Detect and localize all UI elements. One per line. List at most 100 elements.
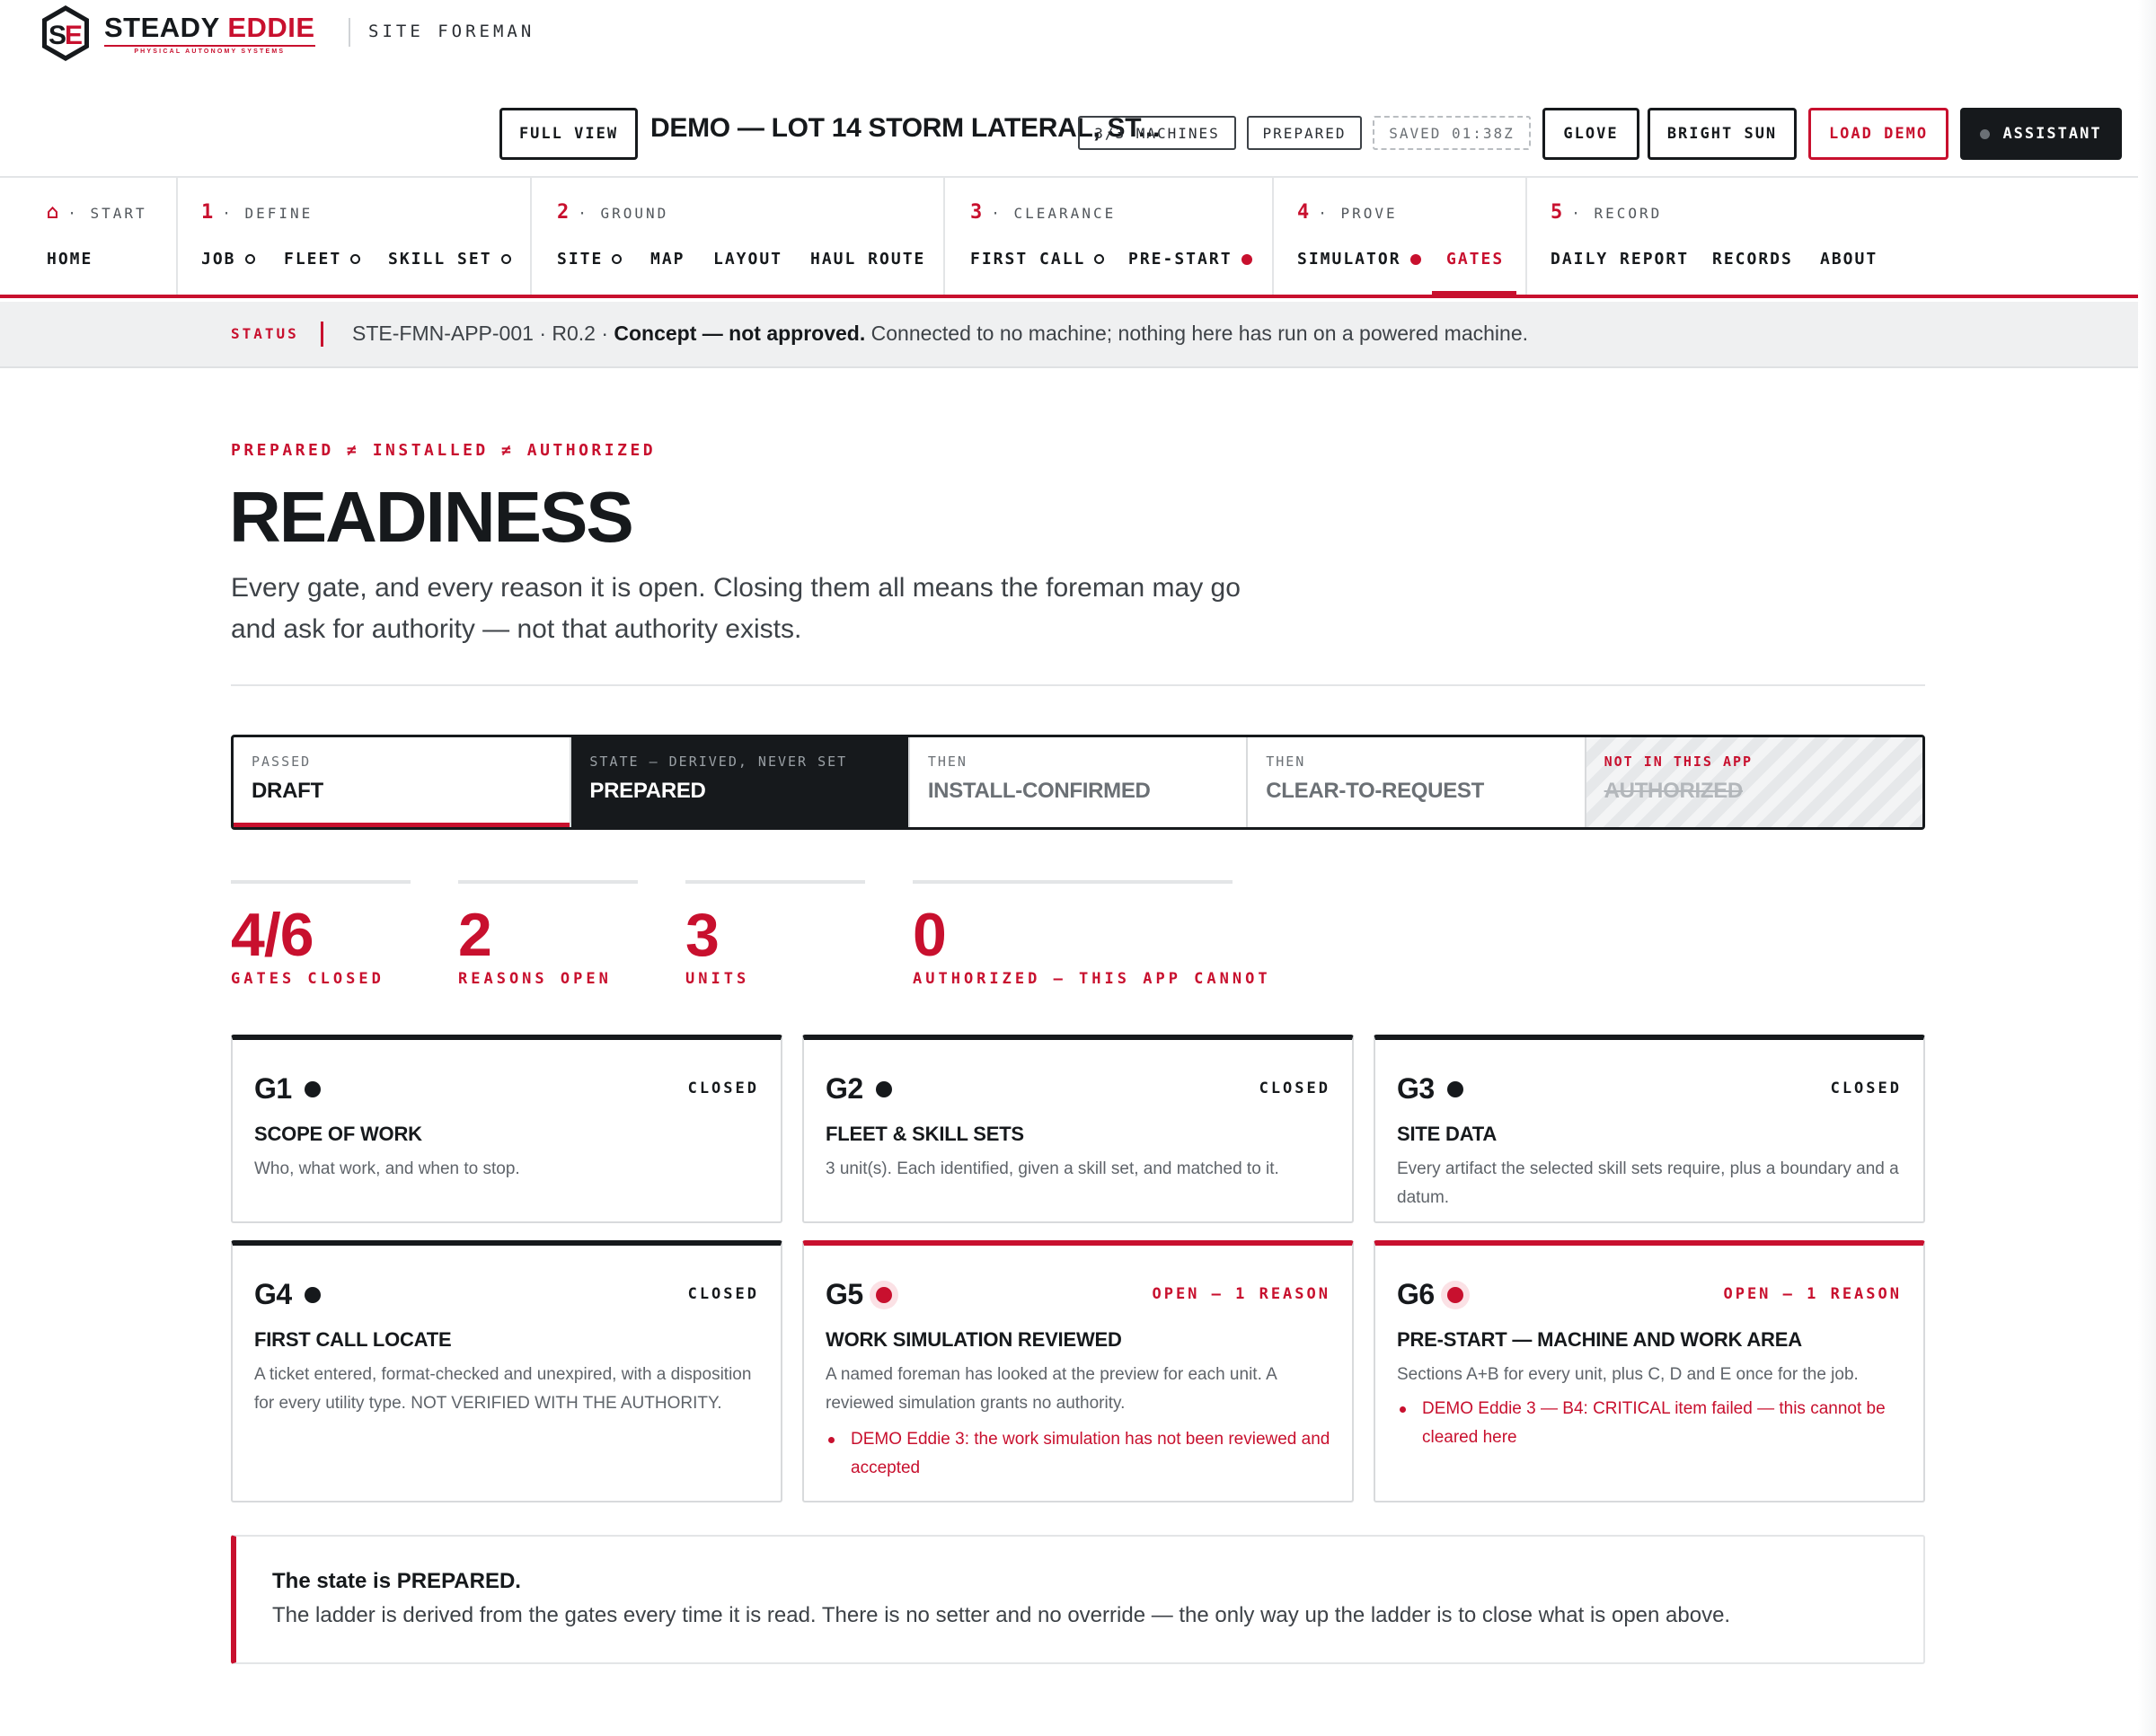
gate-description: Who, what work, and when to stop. — [254, 1159, 520, 1178]
gate-reason: DEMO Eddie 3 — B4: CRITICAL item failed … — [1400, 1395, 1902, 1452]
gate-card-g4[interactable]: G4 CLOSED FIRST CALL LOCATE A ticket ent… — [231, 1240, 782, 1502]
home-icon: ⌂ — [47, 201, 59, 224]
machines-chip: 3/3 MACHINES — [1078, 116, 1236, 150]
alert-dot-icon — [1409, 253, 1421, 265]
gate-card-g5[interactable]: G5 OPEN — 1 REASON WORK SIMULATION REVIE… — [802, 1240, 1354, 1502]
nav-item-first-call[interactable]: FIRST CALL — [970, 250, 1105, 269]
nav-item-skill-set[interactable]: SKILL SET — [388, 250, 511, 269]
app-header: S E STEADY EDDIE PHYSICAL AUTONOMY SYSTE… — [0, 0, 2156, 178]
incomplete-icon — [350, 254, 361, 264]
incomplete-icon — [500, 254, 511, 264]
nav-item-site[interactable]: SITE — [557, 250, 623, 269]
gate-status: OPEN — 1 REASON — [1723, 1285, 1902, 1303]
closed-dot-icon — [304, 1286, 321, 1303]
header-divider — [349, 18, 350, 47]
nav-item-pre-start[interactable]: PRE-START — [1128, 250, 1252, 269]
gate-card-g6[interactable]: G6 OPEN — 1 REASON PRE-START — MACHINE A… — [1374, 1240, 1925, 1502]
nav-group-start: ⌂ · START HOME — [0, 178, 178, 295]
state-ladder: PASSED DRAFT STATE — DERIVED, NEVER SET PR… — [231, 735, 1925, 830]
gate-status: CLOSED — [1259, 1079, 1330, 1097]
app-title: SITE FOREMAN — [368, 22, 535, 41]
callout-body: The ladder is derived from the gates eve… — [272, 1603, 1731, 1627]
brand-logo[interactable]: S E STEADY EDDIE PHYSICAL AUTONOMY SYSTE… — [40, 4, 315, 63]
alert-dot-icon — [1241, 253, 1252, 265]
nav-item-simulator[interactable]: SIMULATOR — [1297, 250, 1421, 269]
open-dot-icon — [1446, 1286, 1463, 1303]
ladder-step-draft: PASSED DRAFT — [234, 737, 572, 827]
svg-text:E: E — [65, 21, 83, 50]
gate-name: FLEET & SKILL SETS — [826, 1123, 1024, 1145]
page-scrollbar[interactable] — [2138, 0, 2156, 1736]
gate-description: A ticket entered, format-checked and une… — [254, 1365, 752, 1413]
brand-name-1: STEADY — [104, 11, 220, 43]
callout-title: The state is PREPARED. — [272, 1569, 521, 1593]
page-title: READINESS — [229, 477, 634, 557]
stat-units: 3 UNITS — [685, 880, 865, 988]
svg-text:S: S — [49, 21, 66, 50]
full-view-button[interactable]: FULL VIEW — [499, 108, 638, 160]
gate-name: SITE DATA — [1397, 1123, 1498, 1145]
nav-item-job[interactable]: JOB — [201, 250, 255, 269]
gate-card-g3[interactable]: G3 CLOSED SITE DATA Every artifact the s… — [1374, 1035, 1925, 1223]
gate-id: G5 — [826, 1278, 863, 1310]
nav-group-heading: 4 · PROVE — [1297, 201, 1398, 224]
assistant-status-icon — [1980, 128, 1991, 139]
gate-id: G4 — [254, 1278, 292, 1310]
gate-description: A named foreman has looked at the previe… — [826, 1365, 1277, 1413]
saved-chip: SAVED 01:38Z — [1373, 116, 1531, 150]
gate-card-g1[interactable]: G1 CLOSED SCOPE OF WORK Who, what work, … — [231, 1035, 782, 1223]
gate-status: OPEN — 1 REASON — [1152, 1285, 1330, 1303]
section-divider — [231, 684, 1925, 686]
status-banner: STATUS STE-FMN-APP-001 · R0.2 · Concept … — [0, 302, 2156, 368]
gate-status: CLOSED — [1830, 1079, 1902, 1097]
status-divider — [321, 322, 323, 347]
incomplete-icon — [1094, 254, 1105, 264]
nav-item-map[interactable]: MAP — [650, 250, 685, 269]
status-label: STATUS — [231, 325, 299, 342]
nav-item-layout[interactable]: LAYOUT — [713, 250, 782, 269]
gate-description: Sections A+B for every unit, plus C, D a… — [1397, 1365, 1859, 1384]
gate-description: Every artifact the selected skill sets r… — [1397, 1159, 1899, 1207]
nav-item-fleet[interactable]: FLEET — [284, 250, 361, 269]
assistant-label: ASSISTANT — [2002, 125, 2102, 143]
gate-name: PRE-START — MACHINE AND WORK AREA — [1397, 1328, 1802, 1351]
bright-sun-button[interactable]: BRIGHT SUN — [1648, 108, 1797, 160]
brand-tagline: PHYSICAL AUTONOMY SYSTEMS — [104, 44, 315, 55]
page-kicker: PREPARED ≠ INSTALLED ≠ AUTHORIZED — [231, 441, 657, 460]
nav-group-prove: 4 · PROVE SIMULATOR GATES — [1274, 178, 1527, 295]
brand-wordmark: STEADY EDDIE PHYSICAL AUTONOMY SYSTEMS — [104, 11, 315, 55]
nav-item-daily-report[interactable]: DAILY REPORT — [1551, 250, 1689, 269]
load-demo-button[interactable]: LOAD DEMO — [1808, 108, 1948, 160]
nav-group-ground: 2 · GROUND SITE MAP LAYOUT HAUL ROUTE — [532, 178, 945, 295]
workflow-nav: ⌂ · START HOME 1 · DEFINE JOB FLEET SKILL … — [0, 178, 2156, 298]
nav-group-heading: 1 · DEFINE — [201, 201, 314, 224]
nav-item-gates[interactable]: GATES — [1446, 250, 1504, 269]
gate-name: SCOPE OF WORK — [254, 1123, 422, 1145]
gate-description: 3 unit(s). Each identified, given a skil… — [826, 1159, 1279, 1178]
nav-group-clearance: 3 · CLEARANCE FIRST CALL PRE-START — [945, 178, 1274, 295]
stat-reasons-open: 2 REASONS OPEN — [458, 880, 638, 988]
nav-item-haul-route[interactable]: HAUL ROUTE — [810, 250, 925, 269]
gate-card-g2[interactable]: G2 CLOSED FLEET & SKILL SETS 3 unit(s). … — [802, 1035, 1354, 1223]
gate-id: G2 — [826, 1072, 863, 1105]
stat-gates-closed: 4/6 GATES CLOSED — [231, 880, 411, 988]
steady-eddie-logo-icon: S E — [42, 5, 89, 61]
status-text: STE-FMN-APP-001 · R0.2 · Concept — not a… — [352, 322, 1528, 345]
brand-name-2: EDDIE — [227, 11, 315, 43]
gate-name: WORK SIMULATION REVIEWED — [826, 1328, 1122, 1351]
incomplete-icon — [612, 254, 623, 264]
nav-item-home[interactable]: HOME — [47, 250, 93, 269]
gate-reason: DEMO Eddie 3: the work simulation has no… — [828, 1425, 1330, 1483]
assistant-button[interactable]: ASSISTANT — [1960, 108, 2122, 160]
nav-group-record: 5 · RECORD DAILY REPORT RECORDS ABOUT — [1527, 178, 2138, 295]
nav-group-heading: 2 · GROUND — [557, 201, 669, 224]
nav-item-records[interactable]: RECORDS — [1712, 250, 1793, 269]
nav-item-about[interactable]: ABOUT — [1820, 250, 1878, 269]
ladder-step-authorized: NOT IN THIS APP AUTHORIZED — [1586, 737, 1922, 827]
nav-active-indicator — [1432, 291, 1516, 296]
page-lead: Every gate, and every reason it is open.… — [231, 573, 1241, 644]
ladder-step-install-confirmed: THEN INSTALL-CONFIRMED — [910, 737, 1249, 827]
glove-mode-button[interactable]: GLOVE — [1542, 108, 1639, 160]
closed-dot-icon — [304, 1080, 321, 1097]
ladder-step-prepared: STATE — DERIVED, NEVER SET PREPARED — [571, 737, 910, 827]
